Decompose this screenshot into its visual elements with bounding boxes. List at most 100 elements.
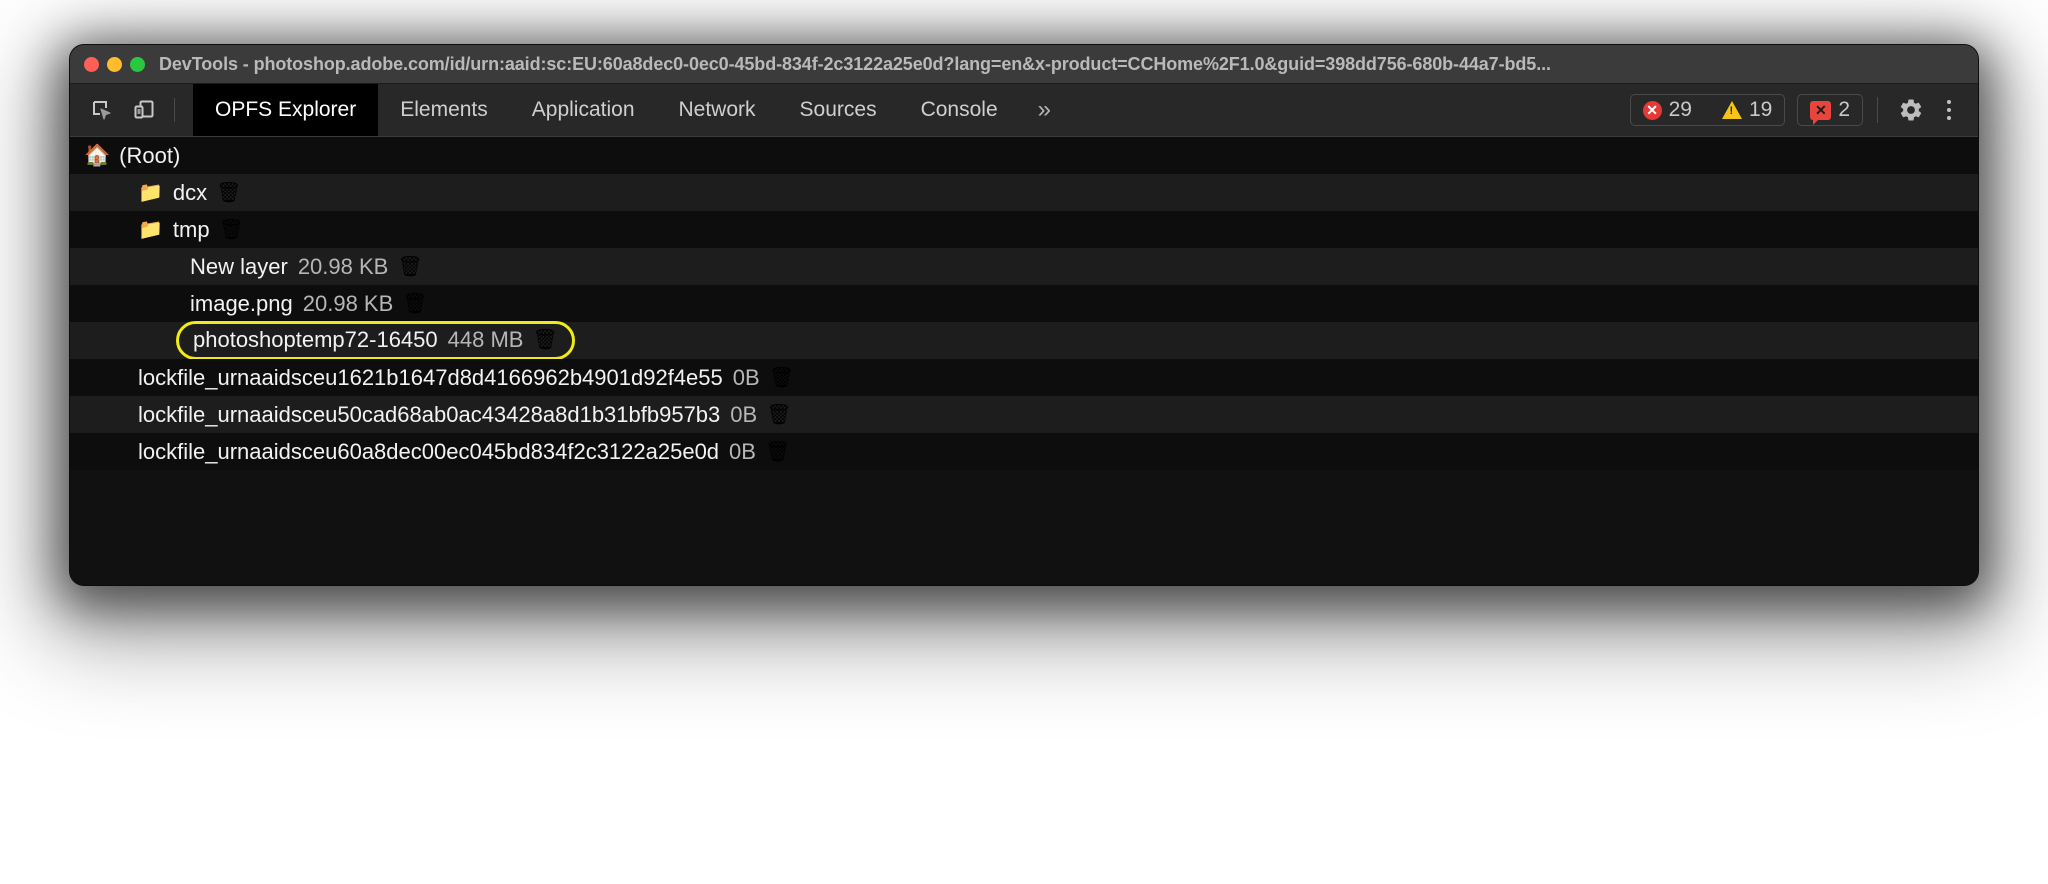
toolbar-divider-right [1877,97,1878,123]
console-counters[interactable]: ✕ 29 19 [1630,94,1786,126]
tree-row-items: 🏠 (Root) [84,143,180,169]
device-toolbar-icon[interactable] [126,92,162,128]
tree-row-content: lockfile_urnaaidsceu1621b1647d8d4166962b… [70,365,794,391]
issues-counter[interactable]: ✕ 2 [1810,98,1850,122]
tree-row-name: lockfile_urnaaidsceu50cad68ab0ac43428a8d… [138,402,720,428]
close-window-button[interactable] [84,57,99,72]
tree-row-name: dcx [173,180,207,206]
error-count: 29 [1669,98,1692,122]
tab-label: Elements [400,98,488,122]
tab-network[interactable]: Network [657,84,778,136]
tab-application[interactable]: Application [510,84,657,136]
tree-row-name: tmp [173,217,210,243]
tree-row-items: New layer 20.98 KB 🗑 [190,254,423,280]
toolbar-divider [174,98,175,122]
delete-trash-icon[interactable]: 🗑 [769,368,794,388]
tree-row-items: lockfile_urnaaidsceu1621b1647d8d4166962b… [138,365,794,391]
tab-opfs-explorer[interactable]: OPFS Explorer [193,84,378,136]
issues-counter-group[interactable]: ✕ 2 [1797,94,1863,126]
tree-row-content: image.png 20.98 KB 🗑 [70,291,428,317]
minimize-window-button[interactable] [107,57,122,72]
delete-trash-icon[interactable]: 🗑 [216,183,241,203]
tree-row-name: New layer [190,254,288,280]
tab-sources[interactable]: Sources [778,84,899,136]
tab-label: Console [921,98,998,122]
error-counter[interactable]: ✕ 29 [1643,98,1692,122]
more-tabs-chevron-icon[interactable]: » [1020,84,1069,136]
tree-row-name: lockfile_urnaaidsceu1621b1647d8d4166962b… [138,365,723,391]
screenshot-root: DevTools - photoshop.adobe.com/id/urn:aa… [0,0,2048,884]
tree-row[interactable]: 🏠 (Root) [70,137,1978,174]
warning-icon [1722,101,1742,119]
tree-row-name: (Root) [119,143,180,169]
tree-row-items: 📁 tmp 🗑 [138,217,244,243]
toolbar-right-pad [1968,84,1978,136]
tree-row-size: 20.98 KB [298,254,389,280]
tree-row-size: 20.98 KB [303,291,394,317]
issues-count: 2 [1838,98,1850,122]
tree-row-content: New layer 20.98 KB 🗑 [70,254,423,280]
inspect-element-icon[interactable] [84,92,120,128]
warning-count: 19 [1749,98,1772,122]
devtools-toolbar: OPFS Explorer Elements Application Netwo… [70,84,1978,137]
group-gap [1785,84,1797,136]
traffic-light-group [84,57,145,72]
tree-row-size: 0B [730,402,757,428]
delete-trash-icon[interactable]: 🗑 [532,330,557,350]
delete-trash-icon[interactable]: 🗑 [766,405,791,425]
tree-row-size: 0B [733,365,760,391]
tree-row-size: 0B [729,439,756,465]
warning-counter[interactable]: 19 [1722,98,1772,122]
tree-row-items: lockfile_urnaaidsceu50cad68ab0ac43428a8d… [138,402,792,428]
tree-row[interactable]: New layer 20.98 KB 🗑 [70,248,1978,285]
toolbar-left-icons [70,84,193,136]
tree-row[interactable]: lockfile_urnaaidsceu50cad68ab0ac43428a8d… [70,396,1978,433]
tree-row-name: photoshoptemp72-16450 [193,327,438,353]
delete-trash-icon[interactable]: 🗑 [402,294,427,314]
devtools-tab-bar: OPFS Explorer Elements Application Netwo… [193,84,1069,136]
tree-row-items: image.png 20.98 KB 🗑 [190,291,428,317]
highlight-annotation: photoshoptemp72-16450 448 MB 🗑 [176,321,575,360]
devtools-window: DevTools - photoshop.adobe.com/id/urn:aa… [70,45,1978,585]
tree-row-name: lockfile_urnaaidsceu60a8dec00ec045bd834f… [138,439,719,465]
tab-console[interactable]: Console [899,84,1020,136]
tab-label: OPFS Explorer [215,98,356,122]
opfs-explorer-panel[interactable]: 🏠(Root)📁dcx🗑📁tmp🗑New layer20.98 KB🗑image… [70,137,1978,585]
folder-emoji: 📁 [138,183,163,203]
issue-icon: ✕ [1810,101,1831,120]
tree-row-content: 🏠 (Root) [70,143,180,169]
maximize-window-button[interactable] [130,57,145,72]
window-titlebar: DevTools - photoshop.adobe.com/id/urn:aa… [70,45,1978,84]
opfs-file-tree: 🏠(Root)📁dcx🗑📁tmp🗑New layer20.98 KB🗑image… [70,137,1978,470]
error-icon: ✕ [1643,101,1662,120]
more-tabs-label: » [1038,96,1051,124]
tree-row[interactable]: image.png 20.98 KB 🗑 [70,285,1978,322]
tree-row-items: lockfile_urnaaidsceu60a8dec00ec045bd834f… [138,439,790,465]
delete-trash-icon[interactable]: 🗑 [219,220,244,240]
house-emoji: 🏠 [84,145,110,166]
tree-row-content: 📁 tmp 🗑 [70,217,244,243]
tree-row-items: 📁 dcx 🗑 [138,180,242,206]
tree-row-content: lockfile_urnaaidsceu60a8dec00ec045bd834f… [70,439,790,465]
tree-row[interactable]: 📁 dcx 🗑 [70,174,1978,211]
window-title: DevTools - photoshop.adobe.com/id/urn:aa… [159,54,1551,75]
kebab-dot [1947,116,1951,120]
tab-elements[interactable]: Elements [378,84,510,136]
delete-trash-icon[interactable]: 🗑 [765,442,790,462]
delete-trash-icon[interactable]: 🗑 [397,257,422,277]
kebab-menu-icon[interactable] [1930,91,1968,129]
tree-row[interactable]: photoshoptemp72-16450 448 MB 🗑 [70,322,1978,359]
tree-row[interactable]: 📁 tmp 🗑 [70,211,1978,248]
kebab-dots [1947,100,1951,120]
tree-row-content: photoshoptemp72-16450 448 MB 🗑 [70,321,575,360]
tree-row[interactable]: lockfile_urnaaidsceu60a8dec00ec045bd834f… [70,433,1978,470]
gear-icon[interactable] [1892,91,1930,129]
tree-row-content: lockfile_urnaaidsceu50cad68ab0ac43428a8d… [70,402,792,428]
tree-row[interactable]: lockfile_urnaaidsceu1621b1647d8d4166962b… [70,359,1978,396]
folder-emoji: 📁 [138,220,163,240]
tree-row-content: 📁 dcx 🗑 [70,180,242,206]
tree-row-name: image.png [190,291,293,317]
toolbar-spacer [1069,84,1630,136]
tree-row-size: 448 MB [448,327,524,353]
tab-label: Network [679,98,756,122]
